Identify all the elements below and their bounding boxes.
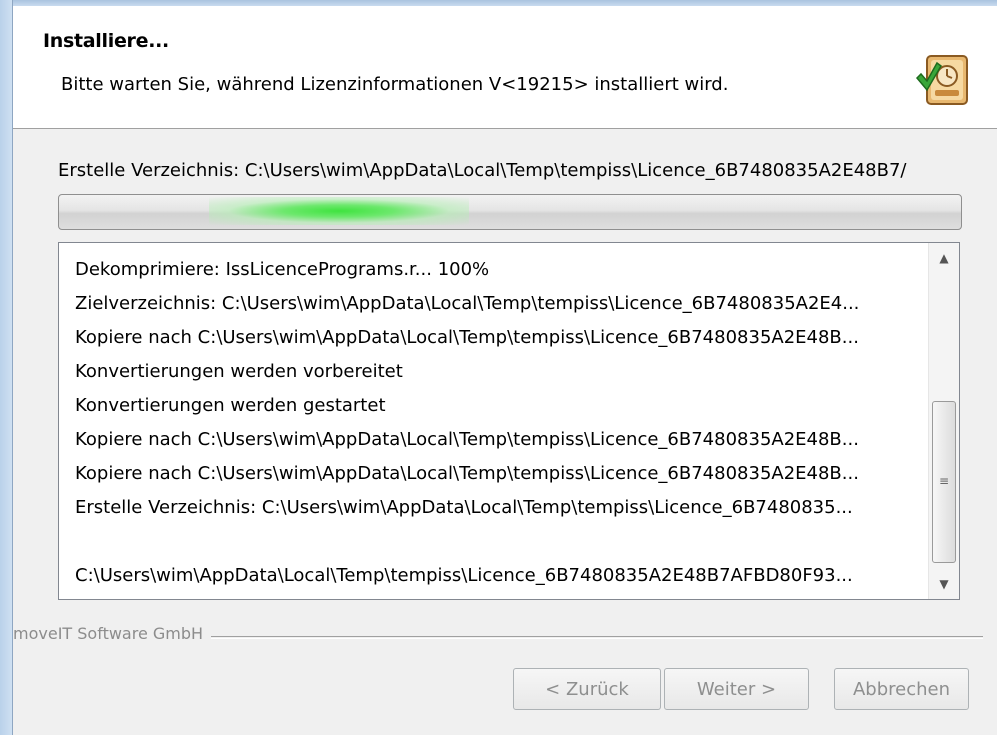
install-log[interactable]: Dekomprimiere: IssLicencePrograms.r... 1… <box>58 242 960 600</box>
log-line: Konvertierungen werden vorbereitet <box>75 361 403 382</box>
scrollbar-thumb[interactable]: ≡ <box>932 401 956 563</box>
installer-window: Installiere... Bitte warten Sie, während… <box>0 0 997 735</box>
scroll-down-arrow-icon[interactable]: ▼ <box>929 571 959 597</box>
log-list: Dekomprimiere: IssLicencePrograms.r... 1… <box>75 253 925 593</box>
log-line: Dekomprimiere: IssLicencePrograms.r... 1… <box>75 259 490 280</box>
grip-icon: ≡ <box>939 474 950 488</box>
scroll-up-arrow-icon[interactable]: ▲ <box>929 245 959 271</box>
page-title: Installiere... <box>43 30 169 52</box>
status-text: Erstelle Verzeichnis: C:\Users\wim\AppDa… <box>58 160 907 181</box>
log-line <box>75 525 925 559</box>
cancel-button[interactable]: Abbrechen <box>834 668 969 710</box>
back-button[interactable]: < Zurück <box>513 668 661 710</box>
log-scrollbar[interactable]: ▲ ≡ ▼ <box>928 243 959 599</box>
installer-icon <box>911 48 975 112</box>
log-line: Kopiere nach C:\Users\wim\AppData\Local\… <box>75 463 859 484</box>
header-panel: Installiere... Bitte warten Sie, während… <box>13 6 997 129</box>
brand-label: moveIT Software GmbH <box>13 624 212 643</box>
log-line: Erstelle Verzeichnis: C:\Users\wim\AppDa… <box>75 497 853 518</box>
log-line: C:\Users\wim\AppData\Local\Temp\tempiss\… <box>75 565 853 586</box>
log-line: Kopiere nach C:\Users\wim\AppData\Local\… <box>75 429 859 450</box>
progress-bar <box>58 194 962 230</box>
next-button[interactable]: Weiter > <box>664 668 809 710</box>
log-line: Zielverzeichnis: C:\Users\wim\AppData\Lo… <box>75 293 860 314</box>
log-line: Kopiere nach C:\Users\wim\AppData\Local\… <box>75 327 859 348</box>
window-frame-left <box>0 0 13 735</box>
page-subtitle: Bitte warten Sie, während Lizenzinformat… <box>61 74 729 95</box>
log-line: Konvertierungen werden gestartet <box>75 395 386 416</box>
progress-marquee <box>209 197 469 225</box>
